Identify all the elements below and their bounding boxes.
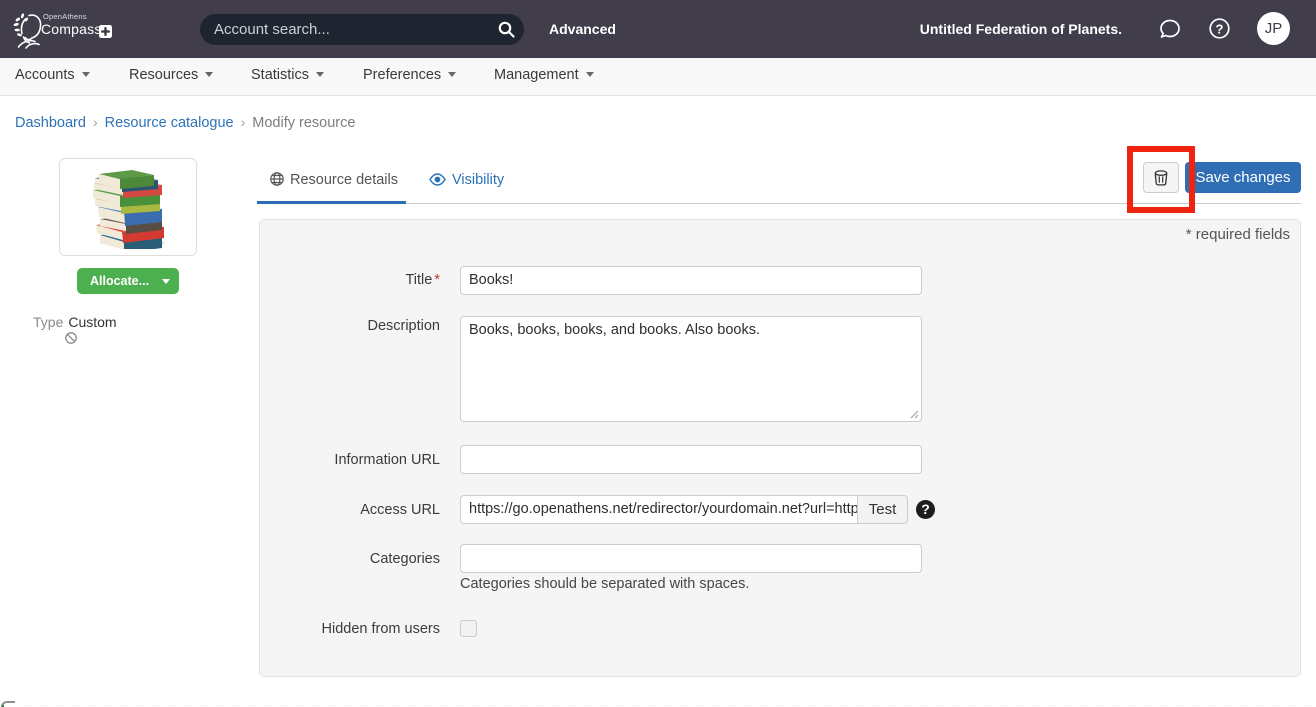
svg-text:?: ? — [1216, 21, 1224, 36]
